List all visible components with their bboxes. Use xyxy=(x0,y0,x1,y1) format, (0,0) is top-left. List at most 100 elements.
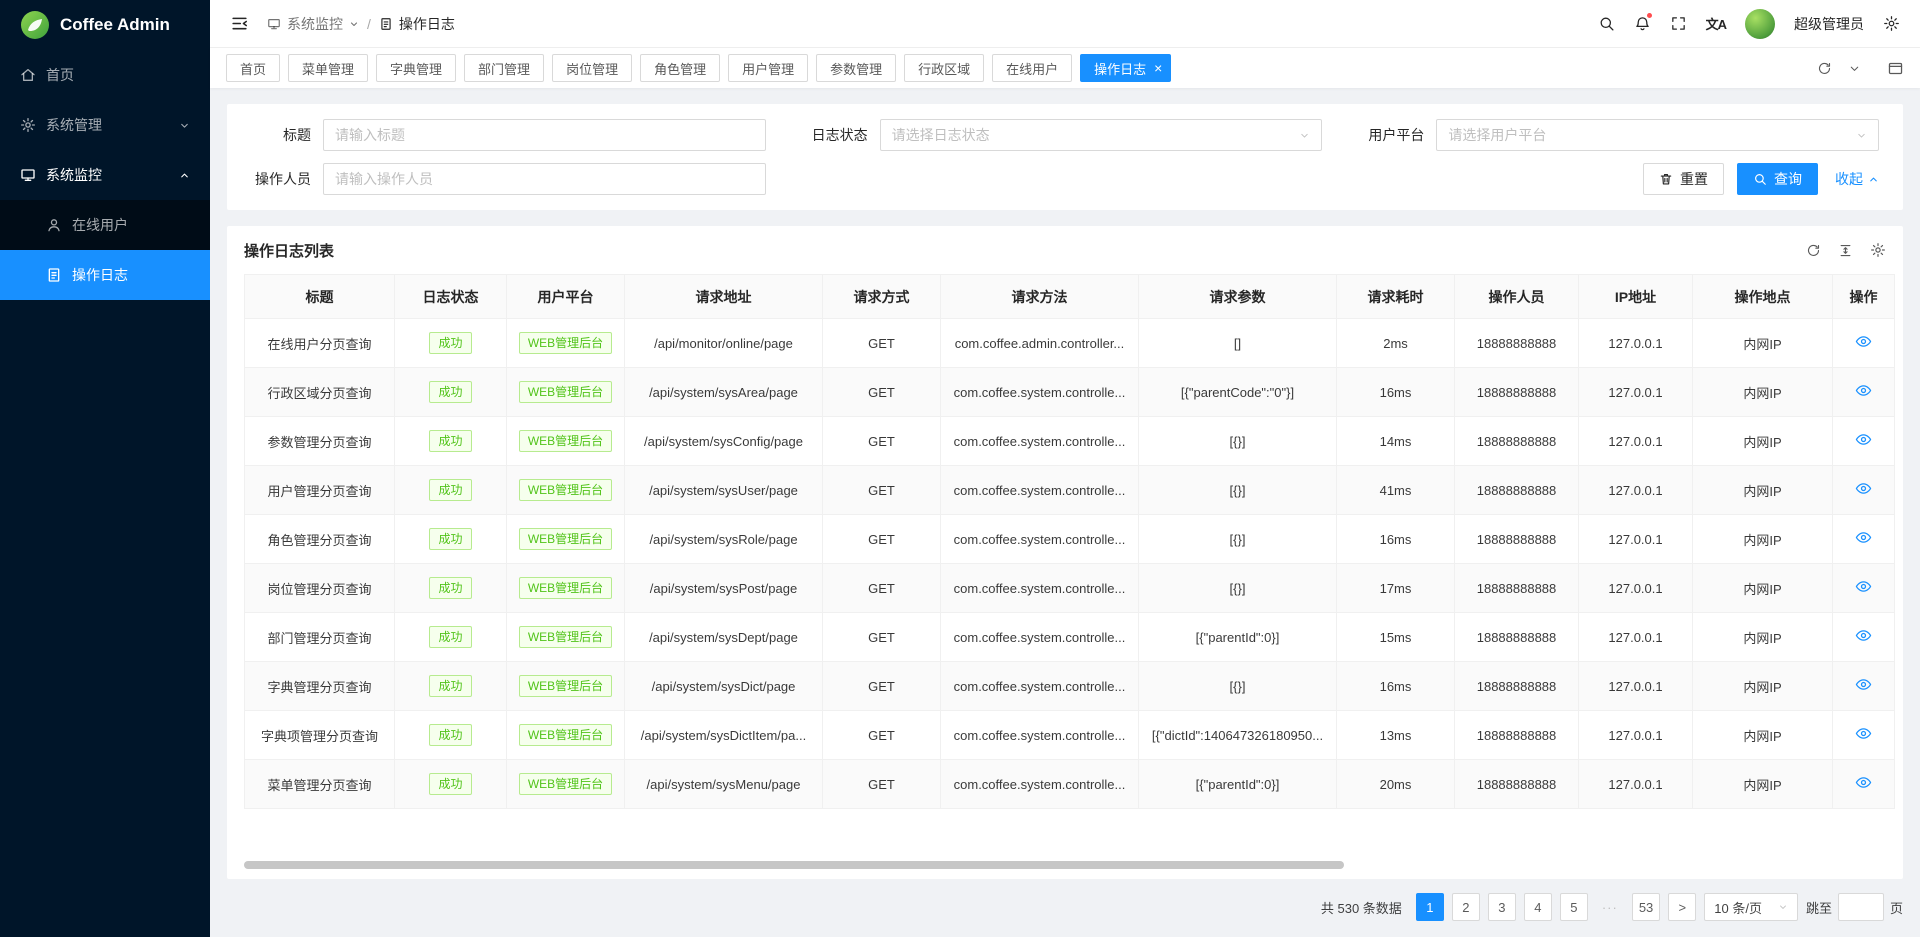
avatar[interactable] xyxy=(1745,9,1775,39)
view-detail-icon[interactable] xyxy=(1855,774,1872,791)
tab-item[interactable]: 角色管理 xyxy=(640,54,720,82)
table-settings-icon[interactable] xyxy=(1870,242,1886,258)
tab-label: 角色管理 xyxy=(654,59,706,78)
page-jump: 跳至 页 xyxy=(1806,893,1903,921)
page-button[interactable]: 5 xyxy=(1560,893,1588,921)
column-header: 操作人员 xyxy=(1455,275,1579,319)
search-icon[interactable] xyxy=(1598,15,1615,32)
search-button[interactable]: 查询 xyxy=(1737,163,1818,195)
view-detail-icon[interactable] xyxy=(1855,529,1872,546)
search-icon xyxy=(1753,172,1767,186)
settings-gear-icon[interactable] xyxy=(1883,15,1900,32)
platform-tag: WEB管理后台 xyxy=(519,724,612,746)
tab-close-icon[interactable]: × xyxy=(1154,61,1162,75)
tab-refresh-icon[interactable] xyxy=(1817,61,1832,76)
notification-bell-icon[interactable] xyxy=(1634,15,1651,32)
table-empty-space xyxy=(227,809,1903,861)
cell: 菜单管理分页查询 xyxy=(245,760,395,809)
platform-tag: WEB管理后台 xyxy=(519,479,612,501)
collapse-button-label: 收起 xyxy=(1835,169,1863,189)
tab-item[interactable]: 字典管理 xyxy=(376,54,456,82)
cell: 内网IP xyxy=(1693,319,1833,368)
cell: GET xyxy=(823,466,941,515)
tab-item[interactable]: 用户管理 xyxy=(728,54,808,82)
sidebar-item-online-users[interactable]: 在线用户 xyxy=(0,200,210,250)
view-detail-icon[interactable] xyxy=(1855,333,1872,350)
status-cell: 成功 xyxy=(395,417,507,466)
view-detail-icon[interactable] xyxy=(1855,676,1872,693)
status-cell: 成功 xyxy=(395,711,507,760)
page-button[interactable]: 3 xyxy=(1488,893,1516,921)
tab-item[interactable]: 在线用户 xyxy=(992,54,1072,82)
cell: /api/system/sysRole/page xyxy=(625,515,823,564)
platform-cell: WEB管理后台 xyxy=(507,662,625,711)
table-refresh-icon[interactable] xyxy=(1806,243,1821,258)
tab-dropdown-icon[interactable] xyxy=(1848,62,1861,75)
cell: 用户管理分页查询 xyxy=(245,466,395,515)
view-detail-icon[interactable] xyxy=(1855,627,1872,644)
chevron-down-icon xyxy=(1856,130,1867,141)
platform-cell: WEB管理后台 xyxy=(507,711,625,760)
tab-item[interactable]: 参数管理 xyxy=(816,54,896,82)
tab-item[interactable]: 行政区域 xyxy=(904,54,984,82)
page-size-select[interactable]: 10 条/页 xyxy=(1704,893,1798,921)
tab-layout-icon[interactable] xyxy=(1887,60,1904,77)
view-detail-icon[interactable] xyxy=(1855,725,1872,742)
status-tag: 成功 xyxy=(429,332,471,354)
platform-select[interactable]: 请选择用户平台 xyxy=(1436,119,1879,151)
cell: 16ms xyxy=(1337,662,1455,711)
sidebar-item-system-management[interactable]: 系统管理 xyxy=(0,100,210,150)
view-detail-icon[interactable] xyxy=(1855,382,1872,399)
tab-item[interactable]: 首页 xyxy=(226,54,280,82)
tab-label: 字典管理 xyxy=(390,59,442,78)
page-button[interactable]: 2 xyxy=(1452,893,1480,921)
cell: /api/system/sysDict/page xyxy=(625,662,823,711)
tab-item-active[interactable]: 操作日志× xyxy=(1080,54,1171,82)
platform-cell: WEB管理后台 xyxy=(507,515,625,564)
translate-icon[interactable]: 文A xyxy=(1706,14,1726,33)
sidebar-item-operation-log[interactable]: 操作日志 xyxy=(0,250,210,300)
status-select[interactable]: 请选择日志状态 xyxy=(880,119,1323,151)
reset-button[interactable]: 重置 xyxy=(1643,163,1724,195)
title-input[interactable] xyxy=(323,119,766,151)
page-button[interactable]: 53 xyxy=(1632,893,1660,921)
next-page-button[interactable]: > xyxy=(1668,893,1696,921)
tab-bar-actions xyxy=(1817,60,1904,77)
table-density-icon[interactable] xyxy=(1838,243,1853,258)
menu-fold-icon[interactable] xyxy=(230,14,249,33)
action-cell xyxy=(1833,564,1895,613)
column-header: 请求地址 xyxy=(625,275,823,319)
cell: 字典项管理分页查询 xyxy=(245,711,395,760)
sidebar-item-home[interactable]: 首页 xyxy=(0,50,210,100)
collapse-button[interactable]: 收起 xyxy=(1835,169,1879,189)
document-icon xyxy=(46,267,62,283)
cell: 16ms xyxy=(1337,368,1455,417)
page-content: 标题 日志状态 请选择日志状态 用户平台 请选择用户平台 xyxy=(210,88,1920,937)
sidebar-item-system-monitor[interactable]: 系统监控 xyxy=(0,150,210,200)
tab-label: 首页 xyxy=(240,59,266,78)
page-size-value: 10 条/页 xyxy=(1714,898,1762,917)
cell: [{"parentId":0}] xyxy=(1139,760,1337,809)
view-detail-icon[interactable] xyxy=(1855,480,1872,497)
cell: GET xyxy=(823,319,941,368)
breadcrumb-parent[interactable]: 系统监控 xyxy=(267,14,359,34)
scrollbar-thumb[interactable] xyxy=(244,861,1344,869)
cell: [{"parentCode":"0"}] xyxy=(1139,368,1337,417)
page-button[interactable]: 1 xyxy=(1416,893,1444,921)
filter-buttons: 重置 查询 收起 xyxy=(1643,163,1879,195)
username[interactable]: 超级管理员 xyxy=(1794,14,1864,34)
view-detail-icon[interactable] xyxy=(1855,578,1872,595)
operator-input[interactable] xyxy=(323,163,766,195)
platform-tag: WEB管理后台 xyxy=(519,332,612,354)
page-button[interactable]: 4 xyxy=(1524,893,1552,921)
tab-item[interactable]: 岗位管理 xyxy=(552,54,632,82)
tab-item[interactable]: 菜单管理 xyxy=(288,54,368,82)
tab-item[interactable]: 部门管理 xyxy=(464,54,544,82)
cell: 18888888888 xyxy=(1455,564,1579,613)
fullscreen-icon[interactable] xyxy=(1670,15,1687,32)
cell: 17ms xyxy=(1337,564,1455,613)
view-detail-icon[interactable] xyxy=(1855,431,1872,448)
jump-page-input[interactable] xyxy=(1838,893,1884,921)
platform-label: 用户平台 xyxy=(1350,125,1436,145)
filter-panel: 标题 日志状态 请选择日志状态 用户平台 请选择用户平台 xyxy=(227,104,1903,210)
